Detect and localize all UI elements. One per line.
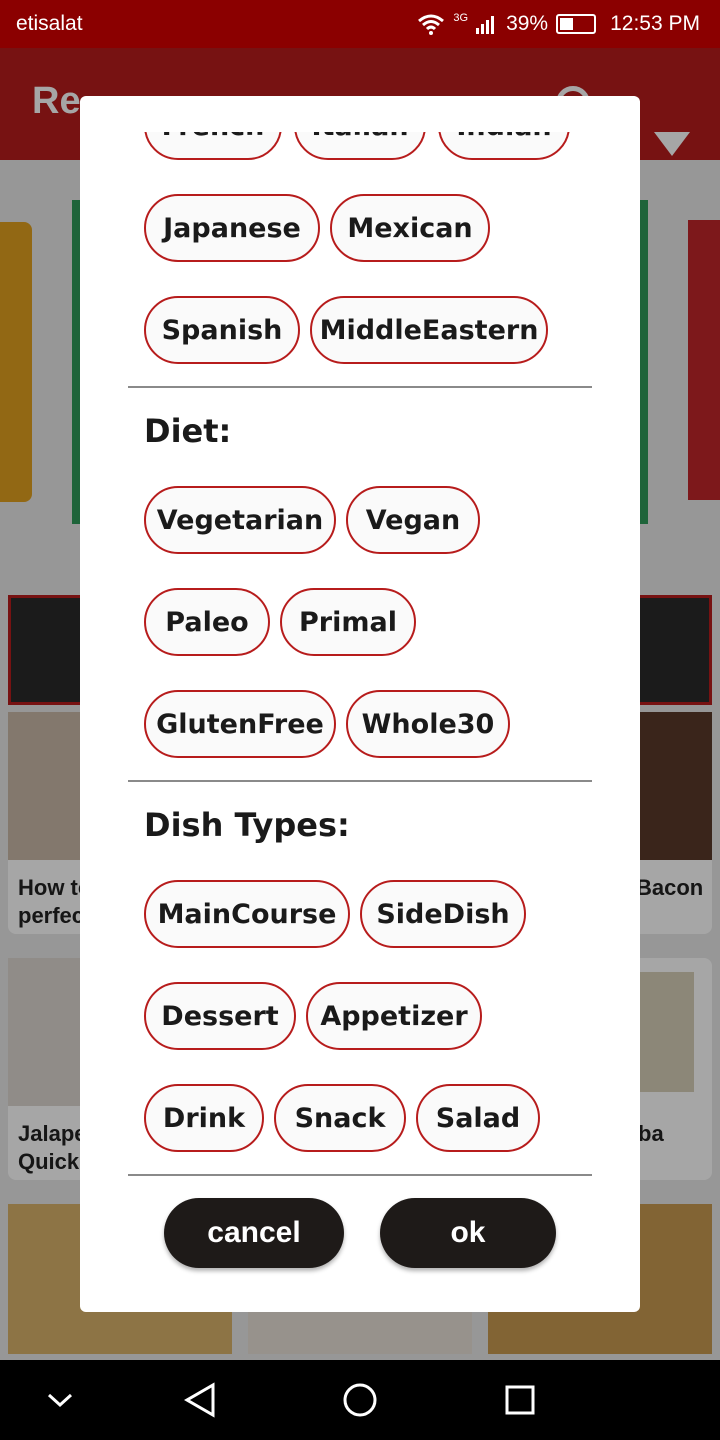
wifi-icon <box>418 14 445 35</box>
chip-spanish[interactable]: Spanish <box>144 296 300 364</box>
filter-scroll-area[interactable]: French Italian Indian Japanese Mexican S… <box>80 132 640 1222</box>
diet-label: Diet: <box>144 412 232 450</box>
chip-whole30[interactable]: Whole30 <box>346 690 510 758</box>
chip-mexican[interactable]: Mexican <box>330 194 490 262</box>
chip-vegetarian[interactable]: Vegetarian <box>144 486 336 554</box>
section-divider <box>128 1174 592 1176</box>
network-type: 3G <box>453 12 469 24</box>
ok-button[interactable]: ok <box>380 1198 556 1268</box>
nav-recents-button[interactable] <box>480 1360 560 1440</box>
battery-percent: 39% <box>506 12 549 35</box>
chip-cuisine-partial[interactable]: Italian <box>294 132 426 160</box>
section-divider <box>128 386 592 388</box>
nav-down-button[interactable] <box>20 1360 100 1440</box>
chip-paleo[interactable]: Paleo <box>144 588 270 656</box>
signal-icon <box>476 16 495 34</box>
battery-icon <box>556 14 597 34</box>
chip-appetizer[interactable]: Appetizer <box>306 982 482 1050</box>
section-divider <box>128 780 592 782</box>
carrier-name: etisalat <box>16 12 83 35</box>
chip-sidedish[interactable]: SideDish <box>360 880 526 948</box>
nav-recents-icon <box>505 1385 535 1415</box>
nav-back-button[interactable] <box>160 1360 240 1440</box>
chip-snack[interactable]: Snack <box>274 1084 406 1152</box>
system-nav-bar <box>0 1360 720 1440</box>
filter-dialog: French Italian Indian Japanese Mexican S… <box>80 96 640 1312</box>
nav-back-icon <box>183 1382 215 1418</box>
cancel-button[interactable]: cancel <box>164 1198 344 1268</box>
status-bar: etisalat 3G 39% 12:53 PM <box>0 0 720 48</box>
chip-vegan[interactable]: Vegan <box>346 486 480 554</box>
clock: 12:53 PM <box>610 12 700 35</box>
chip-drink[interactable]: Drink <box>144 1084 264 1152</box>
chip-dessert[interactable]: Dessert <box>144 982 296 1050</box>
dish-types-label: Dish Types: <box>144 806 350 844</box>
chip-primal[interactable]: Primal <box>280 588 416 656</box>
nav-down-icon <box>47 1393 73 1408</box>
chip-salad[interactable]: Salad <box>416 1084 540 1152</box>
nav-home-button[interactable] <box>320 1360 400 1440</box>
chip-cuisine-partial[interactable]: French <box>144 132 282 160</box>
chip-japanese[interactable]: Japanese <box>144 194 320 262</box>
chip-middleeastern[interactable]: MiddleEastern <box>310 296 548 364</box>
nav-home-icon <box>343 1383 377 1417</box>
chip-glutenfree[interactable]: GlutenFree <box>144 690 336 758</box>
chip-maincourse[interactable]: MainCourse <box>144 880 350 948</box>
chip-cuisine-partial[interactable]: Indian <box>438 132 570 160</box>
